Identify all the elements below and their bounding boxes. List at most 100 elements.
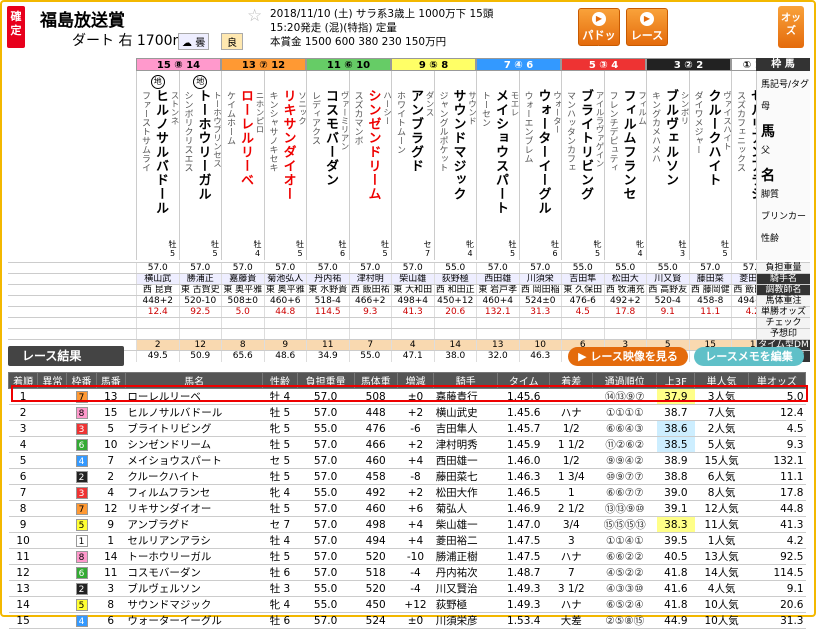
result-cell: 7人気 xyxy=(694,404,749,421)
favorite-star-icon[interactable]: ☆ xyxy=(247,6,262,26)
result-row[interactable]: 13 2 3 ブルヴェルソン牡 3 55.0 520 -4 川又賢治 1.49.3 3 1/2 ④③… xyxy=(8,580,806,597)
column-header[interactable]: 単オッズ xyxy=(747,372,807,389)
column-header[interactable]: 騎手 xyxy=(433,372,499,389)
race-video-link-button[interactable]: ▶ レース映像を見る xyxy=(568,347,688,366)
horse-name[interactable]: クルークハイト xyxy=(705,89,721,187)
result-row[interactable]: 2 8 15 ヒルノサルバドール牡 5 57.0 448 +2 横山武史 1.45.6 ハナ ①①①… xyxy=(8,404,806,421)
result-row[interactable]: 8 7 12 リキサンダイオー牡 5 57.0 460 +6 菊弘人 1.46.9 2 1/2 ⑬⑬… xyxy=(8,500,806,517)
result-cell: 9.1 xyxy=(748,580,806,597)
horse-name[interactable]: ヒルノサルバドール xyxy=(152,89,168,215)
result-row[interactable]: 1 7 13 ローレルリーベ牡 4 57.0 508 ±0 嘉藤貴行 1.45.6 ⑭⑬⑨⑦ 37.… xyxy=(8,388,806,405)
result-cell: ハナ xyxy=(549,596,593,613)
column-header[interactable]: タイム xyxy=(497,372,551,389)
result-cell: 7 xyxy=(66,500,97,517)
result-cell: 2 xyxy=(66,468,97,485)
horse-column[interactable]: マンハッタンカフェ ブライトリビング アイルラヴァゲイン 牝5 xyxy=(561,71,604,260)
horse-column[interactable]: レディアクス コスモバーダン ヴァーミリアン 牡6 xyxy=(306,71,349,260)
paddock-button[interactable]: ▶ パドック xyxy=(578,8,620,58)
result-cell xyxy=(37,388,67,405)
result-cell: ブライトリビング xyxy=(125,420,263,437)
horse-column[interactable]: キングカメハメハ ブルヴェルソン シンボリ 牡3 xyxy=(646,71,689,260)
horse-column[interactable]: ウォーエンブレム ウォーターイーグル ウォーター 牡6 xyxy=(518,71,561,260)
result-row[interactable]: 15 4 6 ウォーターイーグル牡 6 57.0 524 ±0 川須栄彦 1.53.4 大差 ②⑤⑧… xyxy=(8,612,806,629)
result-cell: 476 xyxy=(354,420,398,437)
horse-name[interactable]: コスモバーダン xyxy=(322,89,338,187)
header-label: 父 xyxy=(761,146,771,156)
result-row[interactable]: 10 1 1 セルリアンアラシ牡 4 57.0 494 +4 菱田裕二 1.47.5 3 ①①④① 3… xyxy=(8,532,806,549)
result-cell: 1 1/2 xyxy=(549,436,593,453)
horse-column[interactable]: ダイワメジャー クルークハイト ヴァイスハイト 牡5 xyxy=(688,71,731,260)
horse-name[interactable]: サウンドマジック xyxy=(450,89,466,201)
sex-age: 牡5 xyxy=(211,240,219,258)
result-cell: 2 1/2 xyxy=(549,500,593,517)
column-header[interactable]: 負担重量 xyxy=(296,372,355,389)
odds-button[interactable]: オッズ xyxy=(778,6,804,48)
horse-column[interactable]: スズカマンボ シンゼンドリーム ハーシー 牡5 xyxy=(348,71,391,260)
column-header[interactable]: 馬体重 xyxy=(353,372,398,389)
horse-name[interactable]: フィルムフランセ xyxy=(620,89,636,201)
result-cell: ローレルリーベ xyxy=(125,388,263,405)
result-cell: 12 xyxy=(96,500,126,517)
result-cell: 14 xyxy=(96,548,126,565)
result-cell xyxy=(37,580,67,597)
result-cell: 44.9 xyxy=(656,612,695,629)
result-row[interactable]: 11 8 14 トーホウリーガル牡 5 57.0 520 -10 勝浦正樹 1.47.5 ハナ ⑥⑥… xyxy=(8,548,806,565)
race-memo-button[interactable]: レースメモを編集 xyxy=(694,347,804,366)
result-cell: 西田雄一 xyxy=(433,452,498,469)
column-header[interactable]: 着差 xyxy=(549,372,594,389)
horse-name[interactable]: ブライトリビング xyxy=(577,89,593,201)
result-row[interactable]: 7 3 4 フィルムフランセ牝 4 55.0 492 +2 松田大作 1.46.5 1 ⑥⑥⑦⑦ 39… xyxy=(8,484,806,501)
column-header[interactable]: 上3F xyxy=(656,372,696,389)
column-header[interactable]: 馬番 xyxy=(95,372,126,389)
column-header[interactable]: 増減 xyxy=(396,372,435,389)
result-cell: 菊弘人 xyxy=(433,500,498,517)
horse-column[interactable]: フレンチデピュティ フィルムフランセ フィルム 牝4 xyxy=(603,71,646,260)
horse-column[interactable]: 地シンボリクリスエス トーホウリーガル トーホウプリンセス 牡5 xyxy=(178,71,221,260)
horse-column[interactable]: トーセン メイショウスパート モエレ 牡5 xyxy=(476,71,519,260)
sex-age: 牝5 xyxy=(593,240,602,258)
result-cell: 494 xyxy=(354,532,398,549)
horse-name[interactable]: リキサンダイオー xyxy=(280,89,296,201)
result-cell: 57.0 xyxy=(297,452,355,469)
result-row[interactable]: 14 5 8 サウンドマジック牝 4 55.0 450 +12 荻野極 1.49.3 ハナ ⑥⑤②④… xyxy=(8,596,806,613)
result-cell: 4 xyxy=(66,452,97,469)
race-video-button[interactable]: ▶ レース xyxy=(626,8,668,46)
result-cell: 8 xyxy=(8,500,38,517)
horse-name[interactable]: アンブラグド xyxy=(407,89,423,173)
horse-name[interactable]: シンゼンドリーム xyxy=(365,89,381,201)
horse-name[interactable]: トーホウリーガル xyxy=(195,89,211,201)
column-header[interactable]: 性齢 xyxy=(262,372,298,389)
horse-column[interactable]: 地ファーストサムライ ヒルノサルバドール ストンネ 牡5 xyxy=(136,71,179,260)
result-cell: 11.1 xyxy=(748,468,806,485)
column-header[interactable]: 通過順位 xyxy=(592,372,658,389)
result-cell: ⑥⑤②④ xyxy=(592,596,657,613)
column-header[interactable]: 馬名 xyxy=(124,372,264,389)
result-row[interactable]: 6 2 2 クルークハイト牡 5 57.0 458 -8 藤田菜七 1.46.3 1 3/4 ⑩⑨⑦… xyxy=(8,468,806,485)
entry-row-jockey: 横山武 勝浦正 嘉藤貴 菊池弘人 丹内祐 津村明 柴山雄 荻野極 西田雄 川須栄 吉田隼 松田大 川又賢… xyxy=(8,273,810,285)
horse-column[interactable]: ジャングルポケット サウンドマジック サウンド 牝4 xyxy=(433,71,476,260)
result-cell xyxy=(37,484,67,501)
result-row[interactable]: 5 4 7 メイショウスパートセ 5 57.0 460 +4 西田雄一 1.46.0 1/2 ⑨⑨④… xyxy=(8,452,806,469)
result-cell: 6 xyxy=(66,564,97,581)
column-header[interactable]: 着順 xyxy=(7,372,39,389)
result-cell: ②⑤⑧⑮ xyxy=(592,612,657,629)
result-row[interactable]: 3 3 5 ブライトリビング牝 5 55.0 476 -6 吉田隼人 1.45.7 1/2 ⑥⑥④③… xyxy=(8,420,806,437)
horse-column[interactable]: キンシャサノキセキ リキサンダイオー ソニック 牡5 xyxy=(263,71,306,260)
sire-name: ウォーエンブレム xyxy=(522,91,533,163)
result-cell: 牡 6 xyxy=(262,564,298,581)
result-cell: 6 xyxy=(8,468,38,485)
horse-column[interactable]: ケイムホーム ローレルリーベ ニホンピロ 牡4 xyxy=(221,71,264,260)
result-cell xyxy=(37,436,67,453)
column-header[interactable]: 異常 xyxy=(37,372,68,389)
horse-name[interactable]: ブルヴェルソン xyxy=(662,89,678,187)
horse-name[interactable]: ウォーターイーグル xyxy=(535,89,551,215)
column-header[interactable]: 枠番 xyxy=(66,372,97,389)
result-row[interactable]: 4 6 10 シンゼンドリーム牡 5 57.0 466 +2 津村明秀 1.45.9 1 1/2 ⑪… xyxy=(8,436,806,453)
header-label: 馬記号/タグ xyxy=(761,80,810,90)
column-header[interactable]: 単人気 xyxy=(694,372,749,389)
result-row[interactable]: 12 6 11 コスモバーダン牡 6 57.0 518 -4 丹内祐次 1.48.7 7 ④⑤②② 4… xyxy=(8,564,806,581)
horse-name[interactable]: ローレルリーベ xyxy=(237,89,253,187)
horse-name[interactable]: メイショウスパート xyxy=(492,89,508,215)
result-row[interactable]: 9 5 9 アンブラグドセ 7 57.0 498 +4 柴山雄一 1.47.0 3/4 ⑮⑮⑮⑬ 38… xyxy=(8,516,806,533)
horse-column[interactable]: ホワイトムーン アンブラグド ダンス セ7 xyxy=(391,71,434,260)
